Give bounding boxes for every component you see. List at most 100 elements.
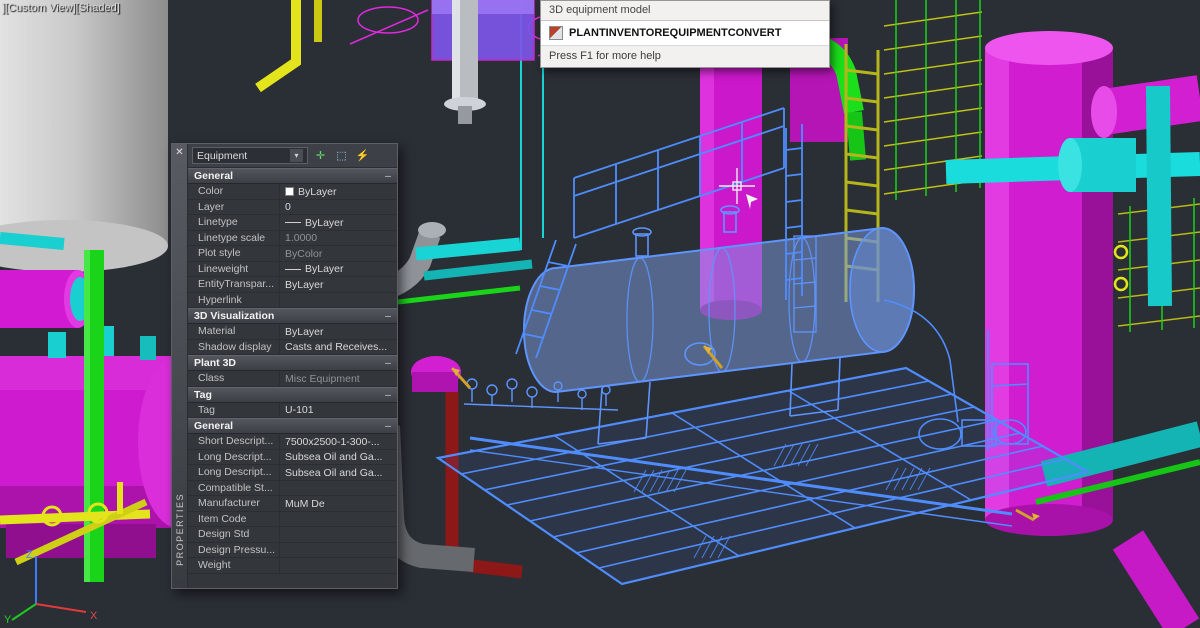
tooltip-command-row[interactable]: PLANTINVENTOREQUIPMENTCONVERT [541, 21, 829, 46]
collapse-icon[interactable]: – [385, 310, 391, 322]
property-value[interactable] [280, 543, 397, 558]
property-value-text: U-101 [285, 404, 314, 416]
property-value[interactable] [280, 481, 397, 496]
property-row: ClassMisc Equipment [188, 371, 397, 387]
property-value[interactable]: ByLayer [280, 277, 397, 292]
property-row: Design Pressu... [188, 543, 397, 559]
property-value-text: Subsea Oil and Ga... [285, 467, 382, 479]
property-value[interactable]: MuM De [280, 496, 397, 511]
section-title: Tag [194, 389, 212, 401]
property-label: Lineweight [188, 262, 280, 277]
property-value[interactable]: Casts and Receives... [280, 340, 397, 355]
property-label: Item Code [188, 512, 280, 527]
chevron-down-icon[interactable]: ▾ [290, 149, 303, 162]
collapse-icon[interactable]: – [385, 389, 391, 401]
property-row: Material ByLayer [188, 324, 397, 340]
magenta-pump[interactable] [411, 356, 461, 392]
property-value[interactable]: ByLayer [280, 215, 397, 230]
property-label: Hyperlink [188, 293, 280, 308]
property-value[interactable] [280, 558, 397, 573]
magenta-vessel-small[interactable] [0, 270, 92, 328]
palette-header: Equipment ▾ ✛ ⬚ ⚡ [188, 144, 397, 168]
property-value[interactable]: U-101 [280, 403, 397, 418]
tooltip-description: 3D equipment model [541, 1, 829, 21]
property-label: Tag [188, 403, 280, 418]
palette-main: Equipment ▾ ✛ ⬚ ⚡ General–ColorByLayerLa… [188, 144, 397, 588]
palette-rows: General–ColorByLayerLayer0LinetypeByLaye… [188, 168, 397, 588]
viewport-controls-label[interactable]: ][Custom View][Shaded] [2, 2, 120, 14]
purple-equipment-box[interactable] [432, 0, 534, 60]
property-value-text: MuM De [285, 498, 325, 510]
property-value-text: ByLayer [285, 326, 324, 338]
property-value-text: 7500x2500-1-300-... [285, 436, 380, 448]
object-type-dropdown[interactable]: Equipment ▾ [192, 147, 308, 164]
quick-select-icon[interactable]: ⚡ [354, 147, 371, 164]
property-value[interactable]: Subsea Oil and Ga... [280, 450, 397, 465]
property-row: EntityTranspar... ByLayer [188, 277, 397, 293]
property-value[interactable]: Subsea Oil and Ga... [280, 465, 397, 480]
property-label: Plot style [188, 246, 280, 261]
gray-vessel[interactable] [0, 0, 168, 272]
property-label: Linetype [188, 215, 280, 230]
section-title: Plant 3D [194, 357, 236, 369]
palette-title: PROPERTIES [175, 493, 185, 566]
color-swatch [285, 187, 294, 196]
property-row: Compatible St... [188, 481, 397, 497]
property-value[interactable]: 7500x2500-1-300-... [280, 434, 397, 449]
palette-titlebar[interactable]: ✕ PROPERTIES [172, 144, 188, 588]
property-value[interactable] [280, 512, 397, 527]
collapse-icon[interactable]: – [385, 170, 391, 182]
property-label: Shadow display [188, 340, 280, 355]
properties-palette: ✕ PROPERTIES Equipment ▾ ✛ ⬚ ⚡ General – C… [171, 143, 398, 589]
property-row: Weight [188, 558, 397, 574]
property-label: EntityTranspar... [188, 277, 280, 292]
property-value[interactable] [280, 293, 397, 308]
section-header[interactable]: Plant 3D – [188, 355, 397, 371]
property-value[interactable]: 1.0000 [280, 231, 397, 246]
property-row: Long Descript... Subsea Oil and Ga... [188, 465, 397, 481]
property-value[interactable]: 0 [280, 200, 397, 215]
property-value-text: ByLayer [298, 186, 337, 198]
property-value-text: ByLayer [285, 279, 324, 291]
object-type-value: Equipment [197, 150, 247, 162]
close-icon[interactable]: ✕ [175, 146, 183, 159]
property-label: Manufacturer [188, 496, 280, 511]
property-label: Material [188, 324, 280, 339]
property-value[interactable] [280, 527, 397, 542]
ucs-y-label: Y [4, 614, 12, 626]
section-header[interactable]: Tag – [188, 387, 397, 403]
cyan-pipe[interactable] [0, 238, 64, 244]
section-header[interactable]: General– [188, 418, 397, 434]
property-value[interactable]: ByLayer [280, 262, 397, 277]
property-label: Compatible St... [188, 481, 280, 496]
section-title: General [194, 170, 233, 182]
property-label: Design Std [188, 527, 280, 542]
property-value-text: Subsea Oil and Ga... [285, 451, 382, 463]
collapse-icon[interactable]: – [385, 357, 391, 369]
section-header[interactable]: General – [188, 168, 397, 184]
property-row: ColorByLayer [188, 184, 397, 200]
property-row: Design Std [188, 527, 397, 543]
property-label: Weight [188, 558, 280, 573]
property-value[interactable]: ByLayer [280, 184, 397, 199]
property-row: LinetypeByLayer [188, 215, 397, 231]
collapse-icon[interactable]: – [385, 420, 391, 432]
property-label: Long Descript... [188, 465, 280, 480]
ucs-icon[interactable]: Z Y X [2, 546, 102, 626]
select-objects-icon[interactable]: ⬚ [333, 147, 350, 164]
property-value[interactable]: Misc Equipment [280, 371, 397, 386]
command-tooltip: 3D equipment model PLANTINVENTOREQUIPMEN… [540, 0, 830, 68]
property-value-text: ByColor [285, 248, 322, 260]
section-header[interactable]: 3D Visualization– [188, 308, 397, 324]
tooltip-command-text: PLANTINVENTOREQUIPMENTCONVERT [569, 27, 781, 39]
property-value[interactable]: ByLayer [280, 324, 397, 339]
property-value-text: ByLayer [305, 263, 344, 275]
property-value[interactable]: ByColor [280, 246, 397, 261]
property-value-text: 1.0000 [285, 232, 317, 244]
property-row: Shadow displayCasts and Receives... [188, 340, 397, 356]
property-row: Short Descript...7500x2500-1-300-... [188, 434, 397, 450]
pickadd-toggle-icon[interactable]: ✛ [312, 147, 329, 164]
property-row: Linetype scale1.0000 [188, 231, 397, 247]
ucs-z-label: Z [26, 549, 33, 561]
command-icon [549, 26, 563, 40]
